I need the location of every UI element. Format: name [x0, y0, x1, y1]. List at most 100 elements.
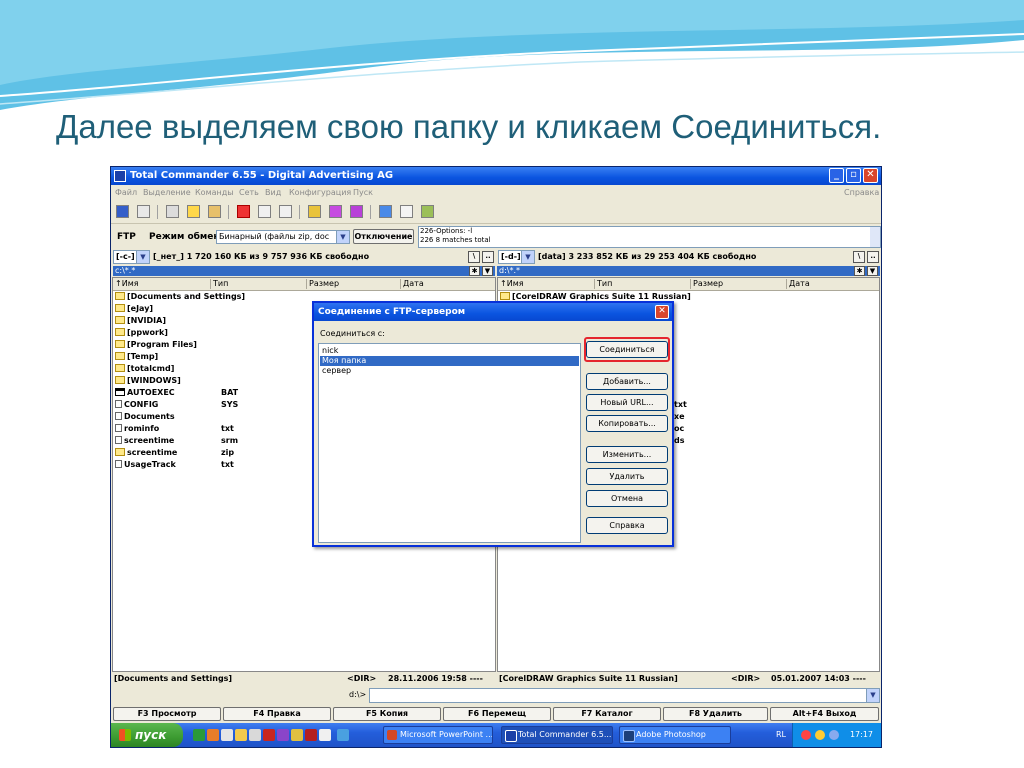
edit-button[interactable]: Изменить...: [586, 446, 668, 463]
left-root-button[interactable]: \: [468, 251, 480, 263]
quick-launch-icon[interactable]: [277, 729, 289, 741]
right-root-button[interactable]: \: [853, 251, 865, 263]
quick-launch-icon[interactable]: [319, 729, 331, 741]
cancel-button[interactable]: Отмена: [586, 490, 668, 507]
ftp-new-connection-icon[interactable]: [350, 205, 363, 218]
list-item[interactable]: UsageTrack txt: [115, 459, 234, 471]
restore-button[interactable]: ▫: [846, 168, 861, 183]
list-item[interactable]: [NVIDIA]: [115, 315, 166, 327]
f5-copy-button[interactable]: F5 Копия: [333, 707, 441, 721]
refresh-icon[interactable]: [116, 205, 129, 218]
history-icon[interactable]: ✱: [469, 266, 480, 276]
connection-item-nick[interactable]: nick: [320, 346, 579, 356]
log-scrollbar[interactable]: [870, 227, 880, 247]
list-item[interactable]: [WINDOWS]: [115, 375, 181, 387]
menu-start[interactable]: Пуск: [353, 188, 373, 197]
star-icon[interactable]: [237, 205, 250, 218]
new-url-button[interactable]: Новый URL...: [586, 394, 668, 411]
quick-launch-icon[interactable]: [263, 729, 275, 741]
chevron-down-icon[interactable]: ▼: [482, 266, 493, 276]
task-total-commander[interactable]: Total Commander 6.5...: [501, 726, 613, 744]
language-indicator[interactable]: RL: [776, 730, 786, 739]
col-date[interactable]: Дата: [400, 279, 424, 289]
connect-button[interactable]: Соединиться: [586, 341, 668, 358]
f8-delete-button[interactable]: F8 Удалить: [663, 707, 768, 721]
connection-item-my-folder[interactable]: Моя папка: [320, 356, 579, 366]
tree-view-icon[interactable]: [187, 205, 200, 218]
quick-launch-icon[interactable]: [337, 729, 349, 741]
tray-icon[interactable]: [801, 730, 811, 740]
connection-item-server[interactable]: сервер: [320, 366, 579, 376]
list-item[interactable]: CONFIG SYS: [115, 399, 238, 411]
search-icon[interactable]: [379, 205, 392, 218]
left-up-button[interactable]: ..: [482, 251, 494, 263]
chevron-down-icon[interactable]: ▼: [867, 266, 878, 276]
transfer-mode-select[interactable]: Бинарный (файлы zip, doc ▼: [216, 230, 350, 244]
multi-rename-icon[interactable]: [400, 205, 413, 218]
quick-launch-icon[interactable]: [193, 729, 205, 741]
f4-edit-button[interactable]: F4 Правка: [223, 707, 331, 721]
history-icon[interactable]: ✱: [854, 266, 865, 276]
dialog-titlebar[interactable]: Соединение с FTP-сервером ✕: [314, 303, 672, 321]
ftp-connect-icon[interactable]: [329, 205, 342, 218]
list-item[interactable]: screentime zip: [115, 447, 234, 459]
menu-file[interactable]: Файл: [115, 188, 137, 197]
tray-icon[interactable]: [829, 730, 839, 740]
left-drive-select[interactable]: [-c-] ▼: [113, 250, 150, 264]
close-button[interactable]: ✕: [863, 168, 878, 183]
pack-icon[interactable]: [308, 205, 321, 218]
col-name[interactable]: ↑Имя: [113, 279, 139, 289]
menu-view[interactable]: Вид: [265, 188, 281, 197]
f6-move-button[interactable]: F6 Перемещ: [443, 707, 551, 721]
back-arrow-icon[interactable]: [258, 205, 271, 218]
quick-launch-icon[interactable]: [221, 729, 233, 741]
alt-f4-exit-button[interactable]: Alt+F4 Выход: [770, 707, 879, 721]
help-button[interactable]: Справка: [586, 517, 668, 534]
list-item[interactable]: [Program Files]: [115, 339, 197, 351]
col-type[interactable]: Тип: [594, 279, 612, 289]
menu-network[interactable]: Сеть: [239, 188, 259, 197]
quick-launch-icon[interactable]: [207, 729, 219, 741]
connection-list[interactable]: nick Моя папка сервер: [318, 343, 581, 543]
right-path-bar[interactable]: d:\*.* ✱ ▼: [497, 266, 880, 276]
command-input[interactable]: ▼: [369, 688, 880, 703]
full-view-icon[interactable]: [166, 205, 179, 218]
list-item[interactable]: [eJay]: [115, 303, 153, 315]
col-name[interactable]: ↑Имя: [498, 279, 524, 289]
left-path-bar[interactable]: c:\*.* ✱ ▼: [113, 266, 495, 276]
list-item[interactable]: screentime srm: [115, 435, 238, 447]
task-powerpoint[interactable]: Microsoft PowerPoint ...: [383, 726, 493, 744]
right-up-button[interactable]: ..: [867, 251, 879, 263]
dialog-close-button[interactable]: ✕: [655, 305, 669, 319]
start-button[interactable]: пуск: [111, 723, 183, 747]
disconnect-button[interactable]: Отключение: [353, 229, 414, 244]
tray-icon[interactable]: [815, 730, 825, 740]
quick-launch-icon[interactable]: [305, 729, 317, 741]
clock[interactable]: 17:17: [850, 730, 873, 739]
add-button[interactable]: Добавить...: [586, 373, 668, 390]
copy-button[interactable]: Копировать...: [586, 415, 668, 432]
col-date[interactable]: Дата: [786, 279, 810, 289]
list-item[interactable]: [Documents and Settings]: [115, 291, 245, 303]
col-size[interactable]: Размер: [306, 279, 339, 289]
brief-view-icon[interactable]: [137, 205, 150, 218]
list-item[interactable]: AUTOEXEC BAT: [115, 387, 238, 399]
menu-configuration[interactable]: Конфигурация: [289, 188, 351, 197]
quick-launch-icon[interactable]: [291, 729, 303, 741]
notepad-icon[interactable]: [421, 205, 434, 218]
minimize-button[interactable]: _: [829, 168, 844, 183]
menu-help[interactable]: Справка: [844, 188, 879, 197]
list-item[interactable]: [totalcmd]: [115, 363, 174, 375]
quick-launch-icon[interactable]: [235, 729, 247, 741]
menu-commands[interactable]: Команды: [195, 188, 234, 197]
col-type[interactable]: Тип: [210, 279, 228, 289]
quick-launch-icon[interactable]: [249, 729, 261, 741]
task-photoshop[interactable]: Adobe Photoshop: [619, 726, 731, 744]
right-drive-select[interactable]: [-d-] ▼: [498, 250, 535, 264]
list-item[interactable]: rominfo txt: [115, 423, 234, 435]
forward-arrow-icon[interactable]: [279, 205, 292, 218]
list-item[interactable]: [Temp]: [115, 351, 158, 363]
list-item[interactable]: [ppwork]: [115, 327, 168, 339]
delete-button[interactable]: Удалить: [586, 468, 668, 485]
window-titlebar[interactable]: Total Commander 6.55 - Digital Advertisi…: [111, 167, 881, 185]
